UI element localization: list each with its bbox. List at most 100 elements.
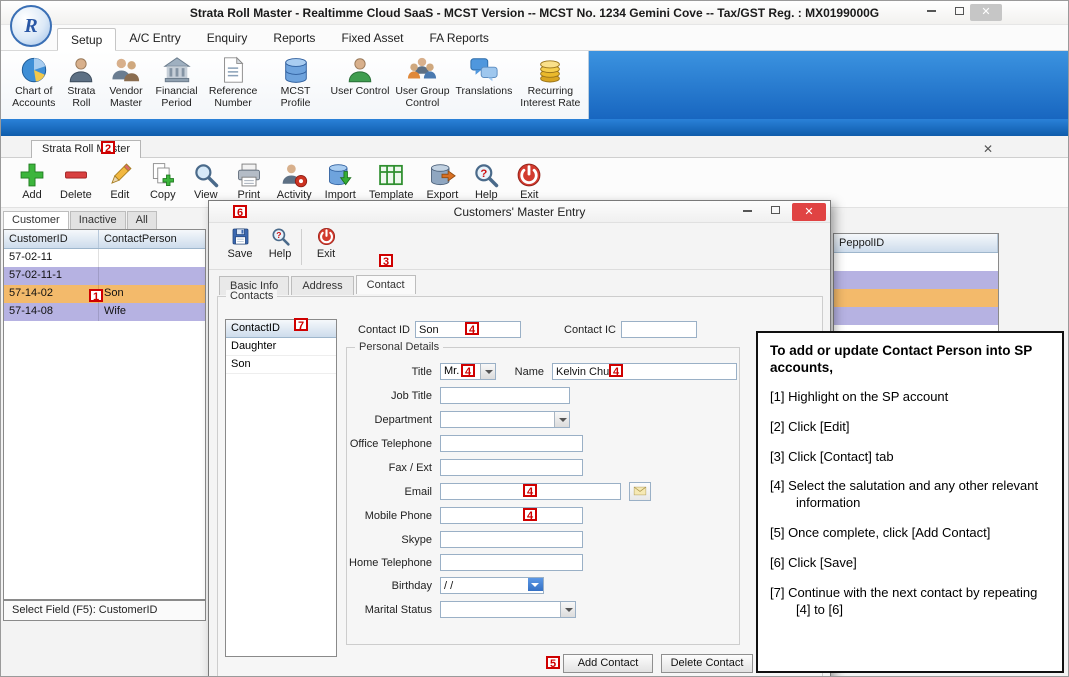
- view-button[interactable]: View: [191, 161, 221, 201]
- office-telephone-input[interactable]: [440, 435, 583, 452]
- delete-contact-button[interactable]: Delete Contact: [661, 654, 753, 673]
- annotation-badge-2: 2: [101, 141, 115, 154]
- edit-button[interactable]: Edit: [105, 161, 135, 201]
- menu-tab-setup[interactable]: Setup: [57, 28, 116, 51]
- template-button[interactable]: Template: [369, 161, 414, 201]
- annotation-badge-3: 3: [379, 254, 393, 267]
- peppolid-grid-header: PeppolID: [834, 234, 998, 253]
- instruction-step-4: [4] Select the salutation and any other …: [770, 478, 1050, 512]
- mobile-phone-input[interactable]: [440, 507, 583, 524]
- ribbon-recurring-interest-rate[interactable]: Recurring Interest Rate: [515, 55, 586, 110]
- job-title-input[interactable]: [440, 387, 570, 404]
- instruction-step-5: [5] Once complete, click [Add Contact]: [770, 525, 1050, 542]
- filter-tab-customer[interactable]: Customer: [3, 211, 69, 229]
- document-tab-strata-roll-master[interactable]: Strata Roll Master: [31, 140, 141, 158]
- home-telephone-input[interactable]: [440, 554, 583, 571]
- fax-ext-input[interactable]: [440, 459, 583, 476]
- dialog-exit-button[interactable]: Exit: [307, 226, 345, 260]
- ribbon-financial-period[interactable]: Financial Period: [150, 55, 204, 110]
- tab-contact[interactable]: Contact: [356, 275, 416, 294]
- list-item-son[interactable]: Son: [226, 356, 336, 374]
- menu-tab-fa-reports[interactable]: FA Reports: [416, 27, 501, 50]
- dialog-maximize-button[interactable]: [762, 203, 788, 221]
- minimize-icon: [927, 10, 936, 12]
- ribbon-user-control[interactable]: User Control: [328, 55, 391, 98]
- marital-status-select[interactable]: [440, 601, 576, 618]
- skype-input[interactable]: [440, 531, 583, 548]
- maximize-icon: [955, 7, 964, 15]
- name-input[interactable]: [552, 363, 737, 380]
- skype-label: Skype: [347, 534, 432, 546]
- table-row[interactable]: [834, 253, 998, 271]
- help-button[interactable]: Help: [471, 161, 501, 201]
- department-select[interactable]: [440, 411, 570, 428]
- email-label: Email: [347, 486, 432, 498]
- table-row-selected[interactable]: 57-14-02 Son: [4, 285, 205, 303]
- menu-tab-reports[interactable]: Reports: [260, 27, 328, 50]
- user-group-icon: [407, 55, 437, 85]
- ribbon-chart-of-accounts[interactable]: Chart of Accounts: [7, 55, 61, 110]
- activity-button[interactable]: Activity: [277, 161, 312, 201]
- ribbon-panel: Chart of Accounts Strata Roll Vendor Mas…: [1, 51, 589, 119]
- ribbon-user-group-control[interactable]: User Group Control: [392, 55, 453, 110]
- column-header-peppolid[interactable]: PeppolID: [834, 234, 998, 252]
- send-email-button[interactable]: [629, 482, 651, 501]
- table-icon: [377, 161, 405, 189]
- contact-ic-input[interactable]: [621, 321, 697, 338]
- table-row[interactable]: [834, 307, 998, 325]
- document-close-icon[interactable]: ✕: [983, 142, 993, 156]
- calendar-dropdown-icon[interactable]: [528, 578, 543, 591]
- power-icon: [515, 161, 543, 189]
- database-icon: [281, 55, 311, 85]
- dialog-minimize-button[interactable]: [734, 203, 760, 221]
- save-button[interactable]: Save: [221, 226, 259, 260]
- minimize-button[interactable]: [918, 4, 944, 21]
- plus-icon: [18, 161, 46, 189]
- ribbon-reference-number[interactable]: Reference Number: [203, 55, 262, 110]
- export-button[interactable]: Export: [426, 161, 458, 201]
- menu-tab-enquiry[interactable]: Enquiry: [194, 27, 261, 50]
- column-header-customerid[interactable]: CustomerID: [4, 230, 99, 248]
- dialog-help-button[interactable]: Help: [261, 226, 299, 260]
- table-row[interactable]: 57-02-11-1: [4, 267, 205, 285]
- column-header-contactperson[interactable]: ContactPerson: [99, 230, 205, 248]
- magnifier-icon: [192, 161, 220, 189]
- import-icon: [326, 161, 354, 189]
- filter-tab-inactive[interactable]: Inactive: [70, 211, 126, 229]
- menu-tab-fixed-asset[interactable]: Fixed Asset: [328, 27, 416, 50]
- copy-button[interactable]: Copy: [148, 161, 178, 201]
- exit-button[interactable]: Exit: [514, 161, 544, 201]
- contact-ic-label: Contact IC: [546, 324, 616, 336]
- ribbon-mcst-profile[interactable]: MCST Profile: [263, 55, 328, 110]
- table-row[interactable]: 57-02-11: [4, 249, 205, 267]
- delete-button[interactable]: Delete: [60, 161, 92, 201]
- list-item-daughter[interactable]: Daughter: [226, 338, 336, 356]
- add-contact-button[interactable]: Add Contact: [563, 654, 653, 673]
- contactid-list-header[interactable]: ContactID: [226, 320, 336, 338]
- close-button[interactable]: ✕: [970, 4, 1002, 21]
- tab-address[interactable]: Address: [291, 276, 353, 295]
- import-button[interactable]: Import: [325, 161, 356, 201]
- filter-tab-all[interactable]: All: [127, 211, 157, 229]
- table-row[interactable]: [834, 271, 998, 289]
- ribbon-strata-roll[interactable]: Strata Roll: [61, 55, 103, 110]
- table-row-selected[interactable]: [834, 289, 998, 307]
- print-button[interactable]: Print: [234, 161, 264, 201]
- chevron-down-icon[interactable]: [480, 364, 495, 379]
- peppolid-cell: [834, 307, 998, 325]
- table-row[interactable]: 57-14-08 Wife: [4, 303, 205, 321]
- maximize-button[interactable]: [946, 4, 972, 21]
- home-telephone-label: Home Telephone: [347, 557, 432, 569]
- annotation-badge-4: 4: [523, 484, 537, 497]
- ribbon-translations[interactable]: Translations: [453, 55, 514, 98]
- select-field-status[interactable]: Select Field (F5): CustomerID: [3, 600, 206, 621]
- annotation-badge-7: 7: [294, 318, 308, 331]
- pie-chart-icon: [19, 55, 49, 85]
- dialog-close-button[interactable]: ✕: [792, 203, 826, 221]
- chevron-down-icon[interactable]: [554, 412, 569, 427]
- chevron-down-icon[interactable]: [560, 602, 575, 617]
- pencil-icon: [106, 161, 134, 189]
- ribbon-vendor-master[interactable]: Vendor Master: [102, 55, 150, 110]
- menu-tab-ac-entry[interactable]: A/C Entry: [116, 27, 193, 50]
- add-button[interactable]: Add: [17, 161, 47, 201]
